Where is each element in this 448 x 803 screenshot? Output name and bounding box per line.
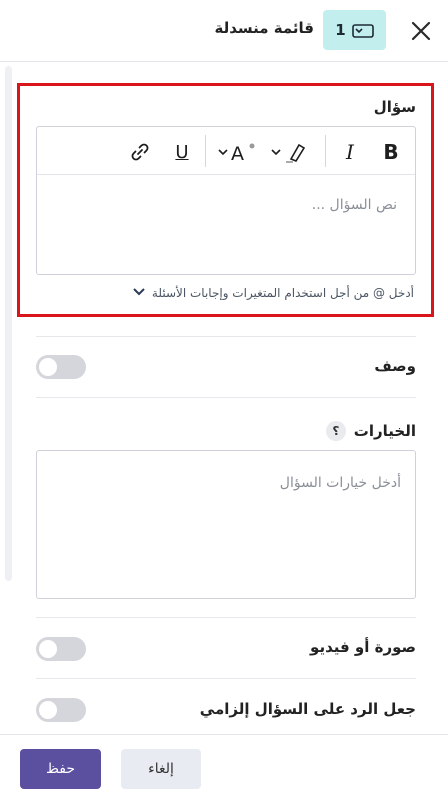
underline-icon[interactable]: U xyxy=(169,139,195,165)
media-toggle[interactable] xyxy=(36,637,86,661)
toggle-knob xyxy=(39,640,57,658)
close-icon[interactable] xyxy=(408,18,434,44)
save-button[interactable]: حفظ xyxy=(20,749,101,789)
section-divider xyxy=(36,397,416,398)
cancel-button[interactable]: إلغاء xyxy=(121,749,201,789)
question-text-placeholder[interactable]: نص السؤال ... xyxy=(312,197,397,213)
panel-header: 1 قائمة منسدلة xyxy=(0,0,448,62)
editor-toolbar: B I A U xyxy=(37,127,415,175)
variables-hint[interactable]: أدخل @ من أجل استخدام المتغيرات وإجابات … xyxy=(132,286,414,300)
choices-heading: الخيارات ؟ xyxy=(325,421,416,441)
font-color-icon[interactable]: A xyxy=(216,139,258,165)
chevron-down-icon[interactable] xyxy=(132,286,146,300)
section-divider xyxy=(36,678,416,679)
badge-number: 1 xyxy=(335,21,346,39)
section-divider xyxy=(36,336,416,337)
required-toggle[interactable] xyxy=(36,698,86,722)
toggle-knob xyxy=(39,701,57,719)
panel-title: قائمة منسدلة xyxy=(214,19,314,37)
toolbar-divider xyxy=(205,135,206,167)
description-toggle[interactable] xyxy=(36,355,86,379)
section-divider xyxy=(36,617,416,618)
bold-icon[interactable]: B xyxy=(377,139,405,165)
link-icon[interactable] xyxy=(127,139,153,165)
media-label: صورة أو فيديو xyxy=(310,638,416,656)
panel-footer: حفظ إلغاء xyxy=(0,734,448,803)
question-type-badge: 1 xyxy=(323,10,386,50)
choices-input[interactable] xyxy=(36,450,416,599)
highlighter-icon[interactable] xyxy=(269,139,313,165)
required-label: جعل الرد على السؤال إلزامي xyxy=(199,700,416,718)
help-icon[interactable]: ؟ xyxy=(325,421,346,441)
variables-hint-text: أدخل @ من أجل استخدام المتغيرات وإجابات … xyxy=(151,286,414,300)
scrollbar[interactable] xyxy=(5,66,12,581)
toggle-knob xyxy=(39,358,57,376)
dropdown-list-icon xyxy=(351,23,374,38)
question-editor[interactable]: B I A U نص السؤال ... xyxy=(36,126,416,275)
choices-label: الخيارات xyxy=(353,422,416,440)
description-label: وصف xyxy=(374,357,416,375)
font-color-letter: A xyxy=(231,143,244,165)
italic-icon[interactable]: I xyxy=(337,139,363,165)
question-label: سؤال xyxy=(373,98,416,116)
toolbar-divider xyxy=(325,135,326,167)
